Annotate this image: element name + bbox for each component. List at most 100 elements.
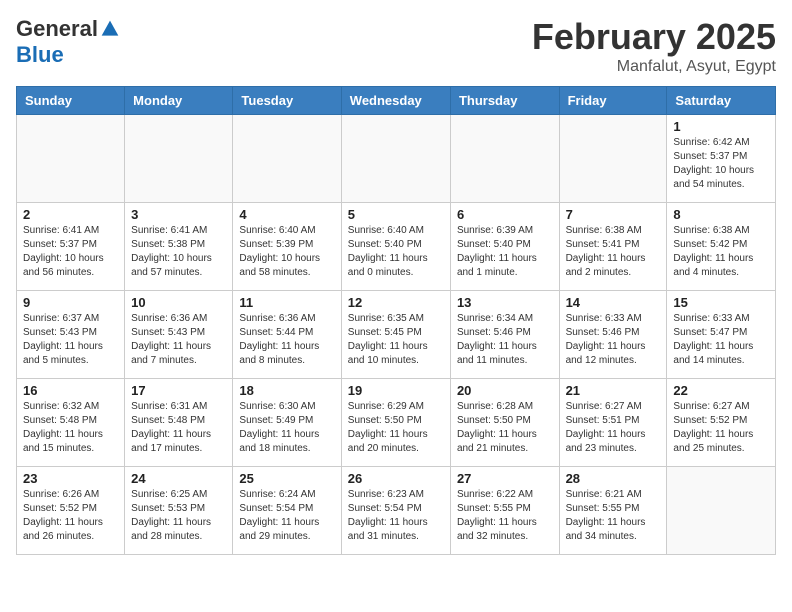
- col-header-wednesday: Wednesday: [341, 87, 450, 115]
- calendar-week-row: 1Sunrise: 6:42 AM Sunset: 5:37 PM Daylig…: [17, 115, 776, 203]
- cell-info: Sunrise: 6:40 AM Sunset: 5:40 PM Dayligh…: [348, 224, 444, 280]
- day-number: 21: [566, 383, 661, 398]
- calendar-cell: [125, 115, 233, 203]
- cell-info: Sunrise: 6:25 AM Sunset: 5:53 PM Dayligh…: [131, 488, 226, 544]
- cell-info: Sunrise: 6:27 AM Sunset: 5:51 PM Dayligh…: [566, 400, 661, 456]
- day-number: 6: [457, 207, 553, 222]
- calendar-cell: 20 Sunrise: 6:28 AM Sunset: 5:50 PM Dayli…: [450, 379, 559, 467]
- calendar-cell: 21 Sunrise: 6:27 AM Sunset: 5:51 PM Dayli…: [559, 379, 667, 467]
- title-block: February 2025 Manfalut, Asyut, Egypt: [532, 16, 776, 76]
- calendar-cell: 12Sunrise: 6:35 AM Sunset: 5:45 PM Dayli…: [341, 291, 450, 379]
- day-number: 26: [348, 471, 444, 486]
- calendar-cell: [667, 467, 776, 555]
- day-number: 7: [566, 207, 661, 222]
- day-number: 20: [457, 383, 553, 398]
- cell-info: Sunrise: 6:36 AM Sunset: 5:43 PM Dayligh…: [131, 312, 226, 368]
- calendar-cell: 9 Sunrise: 6:37 AM Sunset: 5:43 PM Daylig…: [17, 291, 125, 379]
- day-number: 22: [673, 383, 769, 398]
- calendar-cell: 7 Sunrise: 6:38 AM Sunset: 5:41 PM Daylig…: [559, 203, 667, 291]
- cell-info: Sunrise: 6:24 AM Sunset: 5:54 PM Dayligh…: [239, 488, 334, 544]
- day-number: 8: [673, 207, 769, 222]
- calendar: SundayMondayTuesdayWednesdayThursdayFrid…: [16, 86, 776, 555]
- cell-info: Sunrise: 6:22 AM Sunset: 5:55 PM Dayligh…: [457, 488, 553, 544]
- day-number: 25: [239, 471, 334, 486]
- day-number: 11: [239, 295, 334, 310]
- calendar-cell: 22 Sunrise: 6:27 AM Sunset: 5:52 PM Dayli…: [667, 379, 776, 467]
- logo-icon: [100, 19, 120, 39]
- calendar-cell: 11 Sunrise: 6:36 AM Sunset: 5:44 PM Dayli…: [233, 291, 341, 379]
- header: General Blue February 2025 Manfalut, Asy…: [16, 16, 776, 76]
- month-title: February 2025: [532, 16, 776, 58]
- calendar-cell: 17 Sunrise: 6:31 AM Sunset: 5:48 PM Dayli…: [125, 379, 233, 467]
- col-header-thursday: Thursday: [450, 87, 559, 115]
- day-number: 17: [131, 383, 226, 398]
- col-header-sunday: Sunday: [17, 87, 125, 115]
- cell-info: Sunrise: 6:27 AM Sunset: 5:52 PM Dayligh…: [673, 400, 769, 456]
- cell-info: Sunrise: 6:40 AM Sunset: 5:39 PM Dayligh…: [239, 224, 334, 280]
- calendar-cell: 4Sunrise: 6:40 AM Sunset: 5:39 PM Daylig…: [233, 203, 341, 291]
- calendar-cell: 16 Sunrise: 6:32 AM Sunset: 5:48 PM Dayli…: [17, 379, 125, 467]
- calendar-cell: 1Sunrise: 6:42 AM Sunset: 5:37 PM Daylig…: [667, 115, 776, 203]
- calendar-cell: 13Sunrise: 6:34 AM Sunset: 5:46 PM Dayli…: [450, 291, 559, 379]
- day-number: 28: [566, 471, 661, 486]
- col-header-saturday: Saturday: [667, 87, 776, 115]
- cell-info: Sunrise: 6:32 AM Sunset: 5:48 PM Dayligh…: [23, 400, 118, 456]
- calendar-cell: 5Sunrise: 6:40 AM Sunset: 5:40 PM Daylig…: [341, 203, 450, 291]
- calendar-week-row: 16 Sunrise: 6:32 AM Sunset: 5:48 PM Dayli…: [17, 379, 776, 467]
- cell-info: Sunrise: 6:30 AM Sunset: 5:49 PM Dayligh…: [239, 400, 334, 456]
- calendar-cell: 3 Sunrise: 6:41 AM Sunset: 5:38 PM Daylig…: [125, 203, 233, 291]
- cell-info: Sunrise: 6:38 AM Sunset: 5:42 PM Dayligh…: [673, 224, 769, 280]
- cell-info: Sunrise: 6:31 AM Sunset: 5:48 PM Dayligh…: [131, 400, 226, 456]
- day-number: 3: [131, 207, 226, 222]
- logo: General Blue: [16, 16, 120, 68]
- day-number: 10: [131, 295, 226, 310]
- day-number: 16: [23, 383, 118, 398]
- calendar-cell: 10 Sunrise: 6:36 AM Sunset: 5:43 PM Dayli…: [125, 291, 233, 379]
- cell-info: Sunrise: 6:26 AM Sunset: 5:52 PM Dayligh…: [23, 488, 118, 544]
- calendar-cell: 2 Sunrise: 6:41 AM Sunset: 5:37 PM Daylig…: [17, 203, 125, 291]
- cell-info: Sunrise: 6:23 AM Sunset: 5:54 PM Dayligh…: [348, 488, 444, 544]
- calendar-cell: [450, 115, 559, 203]
- cell-info: Sunrise: 6:41 AM Sunset: 5:38 PM Dayligh…: [131, 224, 226, 280]
- cell-info: Sunrise: 6:33 AM Sunset: 5:47 PM Dayligh…: [673, 312, 769, 368]
- cell-info: Sunrise: 6:38 AM Sunset: 5:41 PM Dayligh…: [566, 224, 661, 280]
- day-number: 2: [23, 207, 118, 222]
- calendar-week-row: 23Sunrise: 6:26 AM Sunset: 5:52 PM Dayli…: [17, 467, 776, 555]
- day-number: 19: [348, 383, 444, 398]
- day-number: 15: [673, 295, 769, 310]
- day-number: 1: [673, 119, 769, 134]
- calendar-cell: 18 Sunrise: 6:30 AM Sunset: 5:49 PM Dayli…: [233, 379, 341, 467]
- col-header-tuesday: Tuesday: [233, 87, 341, 115]
- calendar-cell: 24 Sunrise: 6:25 AM Sunset: 5:53 PM Dayli…: [125, 467, 233, 555]
- cell-info: Sunrise: 6:33 AM Sunset: 5:46 PM Dayligh…: [566, 312, 661, 368]
- cell-info: Sunrise: 6:39 AM Sunset: 5:40 PM Dayligh…: [457, 224, 553, 280]
- calendar-cell: 8 Sunrise: 6:38 AM Sunset: 5:42 PM Daylig…: [667, 203, 776, 291]
- cell-info: Sunrise: 6:34 AM Sunset: 5:46 PM Dayligh…: [457, 312, 553, 368]
- calendar-week-row: 9 Sunrise: 6:37 AM Sunset: 5:43 PM Daylig…: [17, 291, 776, 379]
- calendar-cell: 26 Sunrise: 6:23 AM Sunset: 5:54 PM Dayli…: [341, 467, 450, 555]
- calendar-cell: [341, 115, 450, 203]
- day-number: 18: [239, 383, 334, 398]
- logo-blue: Blue: [16, 42, 120, 68]
- logo-general: General: [16, 16, 98, 42]
- day-number: 14: [566, 295, 661, 310]
- cell-info: Sunrise: 6:41 AM Sunset: 5:37 PM Dayligh…: [23, 224, 118, 280]
- cell-info: Sunrise: 6:28 AM Sunset: 5:50 PM Dayligh…: [457, 400, 553, 456]
- calendar-cell: 14 Sunrise: 6:33 AM Sunset: 5:46 PM Dayli…: [559, 291, 667, 379]
- cell-info: Sunrise: 6:21 AM Sunset: 5:55 PM Dayligh…: [566, 488, 661, 544]
- cell-info: Sunrise: 6:29 AM Sunset: 5:50 PM Dayligh…: [348, 400, 444, 456]
- day-number: 9: [23, 295, 118, 310]
- calendar-cell: 19 Sunrise: 6:29 AM Sunset: 5:50 PM Dayli…: [341, 379, 450, 467]
- cell-info: Sunrise: 6:37 AM Sunset: 5:43 PM Dayligh…: [23, 312, 118, 368]
- cell-info: Sunrise: 6:36 AM Sunset: 5:44 PM Dayligh…: [239, 312, 334, 368]
- calendar-cell: 27 Sunrise: 6:22 AM Sunset: 5:55 PM Dayli…: [450, 467, 559, 555]
- calendar-cell: 15 Sunrise: 6:33 AM Sunset: 5:47 PM Dayli…: [667, 291, 776, 379]
- col-header-friday: Friday: [559, 87, 667, 115]
- day-number: 12: [348, 295, 444, 310]
- calendar-cell: [559, 115, 667, 203]
- location-subtitle: Manfalut, Asyut, Egypt: [532, 58, 776, 76]
- calendar-header-row: SundayMondayTuesdayWednesdayThursdayFrid…: [17, 87, 776, 115]
- calendar-week-row: 2 Sunrise: 6:41 AM Sunset: 5:37 PM Daylig…: [17, 203, 776, 291]
- day-number: 24: [131, 471, 226, 486]
- day-number: 27: [457, 471, 553, 486]
